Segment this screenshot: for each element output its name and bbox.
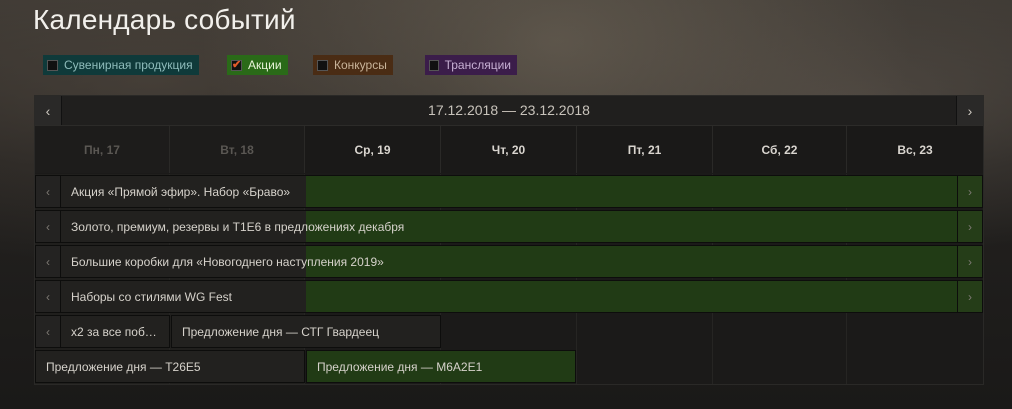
event-bar[interactable]: ‹ Акция «Прямой эфир». Набор «Браво» › — [35, 175, 983, 208]
event-active-range — [306, 281, 982, 312]
event-title: x2 за все поб… — [71, 324, 157, 339]
event-row: Предложение дня — T26E5 Предложение дня … — [35, 350, 983, 383]
chevron-right-icon[interactable]: › — [957, 281, 982, 312]
event-bar[interactable]: Предложение дня — M6A2E1 — [306, 350, 576, 383]
checkbox-icon[interactable] — [47, 59, 58, 71]
event-bar[interactable]: Предложение дня — СТГ Гвардеец — [171, 315, 441, 348]
events-grid: ‹ Акция «Прямой эфир». Набор «Браво» › ‹… — [35, 174, 983, 384]
calendar-panel: ‹ 17.12.2018 — 23.12.2018 › Пн, 17 Вт, 1… — [34, 95, 984, 385]
filter-label: Конкурсы — [334, 58, 387, 72]
event-row: ‹ Большие коробки для «Новогоднего насту… — [35, 245, 983, 278]
chevron-right-icon[interactable]: › — [957, 176, 982, 207]
event-active-range — [306, 211, 982, 242]
event-bar[interactable]: ‹ Золото, премиум, резервы и Т1Е6 в пред… — [35, 210, 983, 243]
next-week-button[interactable]: › — [956, 96, 983, 125]
filter-label: Сувенирная продукция — [64, 58, 193, 72]
day-header-wed: Ср, 19 — [305, 126, 441, 173]
event-active-range — [306, 176, 982, 207]
checkbox-icon[interactable] — [429, 59, 439, 71]
event-bar[interactable]: ‹ x2 за все поб… — [35, 315, 170, 348]
chevron-left-icon[interactable]: ‹ — [36, 176, 61, 207]
week-navigation: ‹ 17.12.2018 — 23.12.2018 › — [35, 96, 983, 126]
chevron-left-icon[interactable]: ‹ — [36, 246, 61, 277]
chevron-left-icon[interactable]: ‹ — [36, 211, 61, 242]
event-title: Золото, премиум, резервы и Т1Е6 в предло… — [71, 219, 405, 234]
event-title: Большие коробки для «Новогоднего наступл… — [71, 254, 384, 269]
chevron-right-icon[interactable]: › — [957, 246, 982, 277]
day-headers: Пн, 17 Вт, 18 Ср, 19 Чт, 20 Пт, 21 Сб, 2… — [35, 126, 983, 173]
event-row: ‹ x2 за все поб… Предложение дня — СТГ Г… — [35, 315, 983, 348]
event-row: ‹ Наборы со стилями WG Fest › — [35, 280, 983, 313]
day-header-fri: Пт, 21 — [577, 126, 713, 173]
filter-streams[interactable]: Трансляции — [425, 55, 517, 75]
day-header-mon: Пн, 17 — [35, 126, 170, 173]
chevron-right-icon: › — [967, 102, 973, 119]
filter-promotions[interactable]: ✔ Акции — [227, 55, 288, 75]
chevron-left-icon[interactable]: ‹ — [36, 281, 61, 312]
week-range: 17.12.2018 — 23.12.2018 — [428, 102, 590, 118]
event-bar[interactable]: ‹ Наборы со стилями WG Fest › — [35, 280, 983, 313]
day-header-tue: Вт, 18 — [170, 126, 305, 173]
filter-label: Трансляции — [444, 58, 511, 72]
day-header-sun: Вс, 23 — [847, 126, 983, 173]
event-title: Наборы со стилями WG Fest — [71, 289, 232, 304]
event-title: Предложение дня — T26E5 — [46, 359, 201, 374]
filter-contests[interactable]: Конкурсы — [313, 55, 393, 75]
event-title: Предложение дня — M6A2E1 — [317, 359, 483, 374]
event-bar[interactable]: Предложение дня — T26E5 — [35, 350, 305, 383]
day-header-sat: Сб, 22 — [713, 126, 847, 173]
event-bar[interactable]: ‹ Большие коробки для «Новогоднего насту… — [35, 245, 983, 278]
day-header-thu: Чт, 20 — [441, 126, 577, 173]
chevron-left-icon[interactable]: ‹ — [36, 316, 61, 347]
filter-label: Акции — [248, 58, 282, 72]
checkbox-icon[interactable] — [317, 59, 328, 71]
chevron-right-icon[interactable]: › — [957, 211, 982, 242]
checkbox-checked-icon[interactable]: ✔ — [231, 59, 242, 71]
event-active-range — [306, 246, 982, 277]
event-title: Предложение дня — СТГ Гвардеец — [182, 324, 380, 339]
page-title: Календарь событий — [33, 4, 296, 35]
event-row: ‹ Золото, премиум, резервы и Т1Е6 в пред… — [35, 210, 983, 243]
event-title: Акция «Прямой эфир». Набор «Браво» — [71, 184, 291, 199]
filter-souvenirs[interactable]: Сувенирная продукция — [43, 55, 199, 75]
event-row: ‹ Акция «Прямой эфир». Набор «Браво» › — [35, 175, 983, 208]
